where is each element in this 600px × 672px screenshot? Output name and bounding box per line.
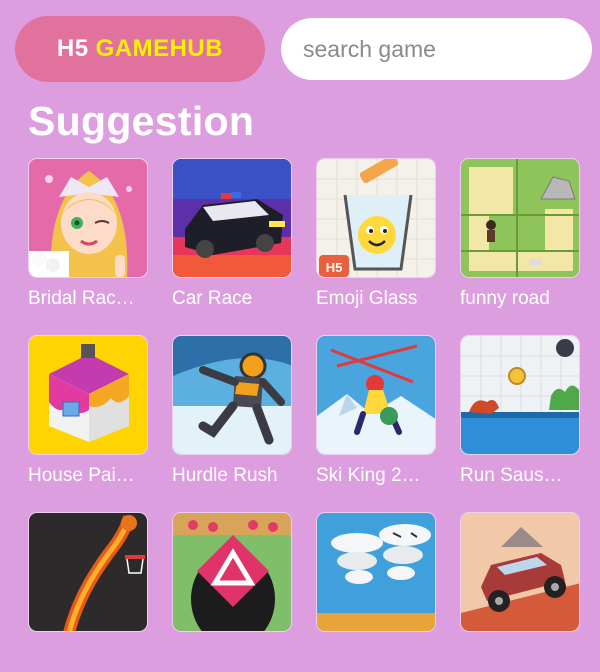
header: H5 GAMEHUB bbox=[0, 0, 600, 100]
game-card[interactable] bbox=[172, 512, 292, 672]
game-thumbnail-tornado[interactable] bbox=[316, 512, 436, 632]
brand-logo-part2: GAMEHUB bbox=[95, 35, 224, 62]
game-thumbnail-emoji-glass[interactable]: H5 bbox=[316, 158, 436, 278]
game-title[interactable]: funny road bbox=[460, 288, 596, 310]
game-card[interactable]: Car Race bbox=[172, 158, 292, 318]
game-thumbnail-fire-basketball[interactable] bbox=[28, 512, 148, 632]
game-thumbnail-maze-road[interactable] bbox=[460, 158, 580, 278]
h5-badge-text: H5 bbox=[326, 260, 343, 275]
game-thumbnail-robot-runner[interactable] bbox=[172, 335, 292, 455]
game-card[interactable]: H5 Emoji Glass bbox=[316, 158, 436, 318]
game-title[interactable]: Run Saus… bbox=[460, 465, 596, 487]
game-thumbnail-house-paint[interactable] bbox=[28, 335, 148, 455]
game-title[interactable]: Bridal Rac… bbox=[28, 288, 164, 310]
game-thumbnail-sausage-run[interactable] bbox=[460, 335, 580, 455]
game-title[interactable]: Emoji Glass bbox=[316, 288, 452, 310]
game-thumbnail-skier[interactable] bbox=[316, 335, 436, 455]
game-card[interactable] bbox=[28, 512, 148, 672]
brand-logo[interactable]: H5 GAMEHUB bbox=[15, 16, 265, 82]
game-title[interactable]: House Pai… bbox=[28, 465, 164, 487]
game-thumbnail-offroad-jeep[interactable] bbox=[460, 512, 580, 632]
game-card[interactable]: Ski King 2… bbox=[316, 335, 436, 495]
game-title[interactable]: Hurdle Rush bbox=[172, 465, 308, 487]
brand-logo-part1: H5 bbox=[56, 35, 89, 62]
game-thumbnail-bride-makeover[interactable] bbox=[28, 158, 148, 278]
game-card[interactable]: Run Saus… bbox=[460, 335, 580, 495]
game-card[interactable]: funny road bbox=[460, 158, 580, 318]
game-card[interactable]: Bridal Rac… bbox=[28, 158, 148, 318]
game-card[interactable] bbox=[460, 512, 580, 672]
game-title[interactable]: Car Race bbox=[172, 288, 308, 310]
game-card[interactable] bbox=[316, 512, 436, 672]
game-thumbnail-police-car[interactable] bbox=[172, 158, 292, 278]
game-card[interactable]: House Pai… bbox=[28, 335, 148, 495]
game-title[interactable]: Ski King 2… bbox=[316, 465, 452, 487]
game-card[interactable]: Hurdle Rush bbox=[172, 335, 292, 495]
game-thumbnail-squid-triangle[interactable] bbox=[172, 512, 292, 632]
search-input[interactable] bbox=[281, 18, 592, 80]
section-title: Suggestion bbox=[28, 98, 255, 144]
